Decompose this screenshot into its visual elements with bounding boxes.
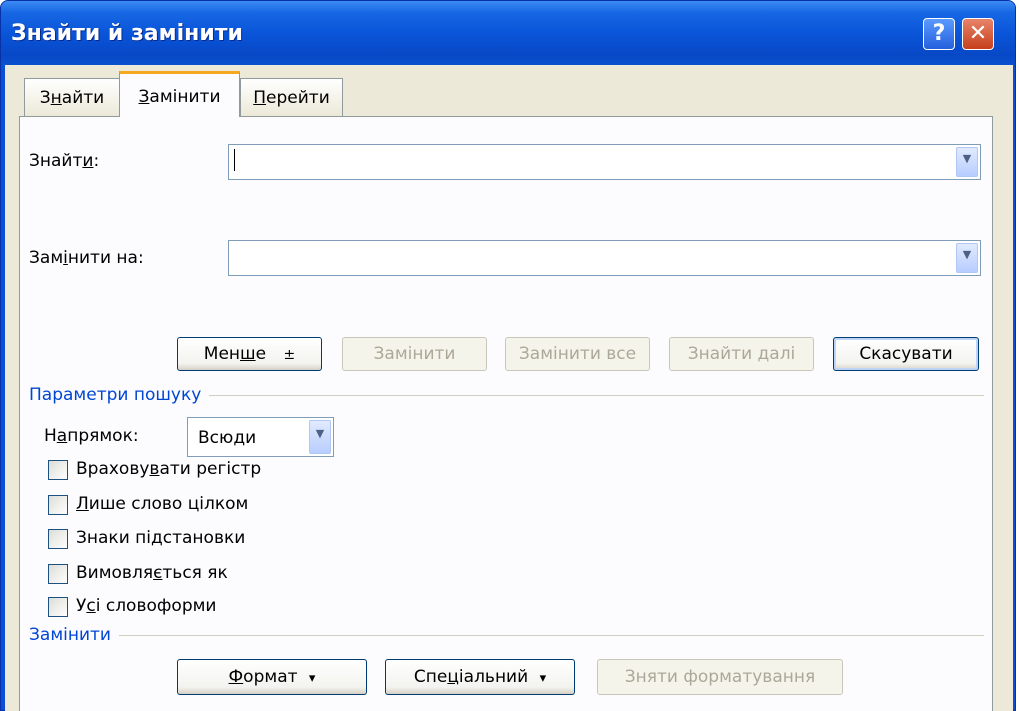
- clear-formatting-button[interactable]: Зняти форматування: [597, 659, 843, 695]
- match-case-label: Враховувати регістр: [76, 459, 262, 479]
- special-button[interactable]: Спеціальний ▾: [385, 659, 575, 695]
- sounds-like-label: Вимовляється як: [76, 563, 228, 583]
- text-cursor: [234, 149, 235, 171]
- all-word-forms-label: Усі словоформи: [76, 596, 217, 616]
- replace-section-title: Замінити: [29, 625, 119, 645]
- replace-input[interactable]: ▼: [228, 240, 981, 276]
- tab-replace[interactable]: Замінити: [119, 71, 240, 117]
- help-button[interactable]: ?: [923, 18, 955, 50]
- find-label: Знайти:: [29, 151, 100, 171]
- dropdown-arrow-icon: ▾: [539, 671, 547, 686]
- replace-button[interactable]: Замінити: [342, 337, 487, 371]
- format-button[interactable]: Формат ▾: [177, 659, 367, 695]
- title-bar[interactable]: Знайти й замінити ? ✕: [1, 1, 1015, 65]
- chevron-down-icon[interactable]: ▼: [956, 243, 978, 273]
- replace-label: Замінити на:: [29, 248, 144, 268]
- match-case-checkbox[interactable]: [48, 460, 68, 480]
- replace-section-divider: [34, 635, 984, 636]
- window-title: Знайти й замінити: [11, 21, 243, 46]
- direction-select[interactable]: Всюди ▼: [187, 417, 334, 457]
- whole-word-checkbox[interactable]: [48, 495, 68, 515]
- chevron-down-icon[interactable]: ▼: [309, 420, 331, 454]
- replace-all-button[interactable]: Замінити все: [505, 337, 650, 371]
- find-input[interactable]: ▼: [228, 144, 981, 180]
- dropdown-arrow-icon: ▾: [308, 671, 316, 686]
- whole-word-label: Лише слово цілком: [76, 494, 249, 514]
- cancel-button[interactable]: Скасувати: [833, 337, 979, 371]
- tab-panel: [19, 116, 993, 711]
- direction-label: Напрямок:: [44, 426, 139, 446]
- wildcards-checkbox[interactable]: [48, 529, 68, 549]
- tab-find[interactable]: Знайти: [24, 78, 120, 116]
- find-next-button[interactable]: Знайти далі: [669, 337, 814, 371]
- less-button[interactable]: Менше ±: [177, 337, 322, 371]
- chevron-down-icon[interactable]: ▼: [956, 147, 978, 177]
- all-word-forms-checkbox[interactable]: [48, 597, 68, 617]
- tab-goto[interactable]: Перейти: [240, 78, 343, 116]
- collapse-arrow-icon: ±: [283, 347, 296, 363]
- close-button[interactable]: ✕: [962, 18, 994, 50]
- sounds-like-checkbox[interactable]: [48, 564, 68, 584]
- search-options-title: Параметри пошуку: [29, 385, 210, 405]
- wildcards-label: Знаки підстановки: [76, 528, 246, 548]
